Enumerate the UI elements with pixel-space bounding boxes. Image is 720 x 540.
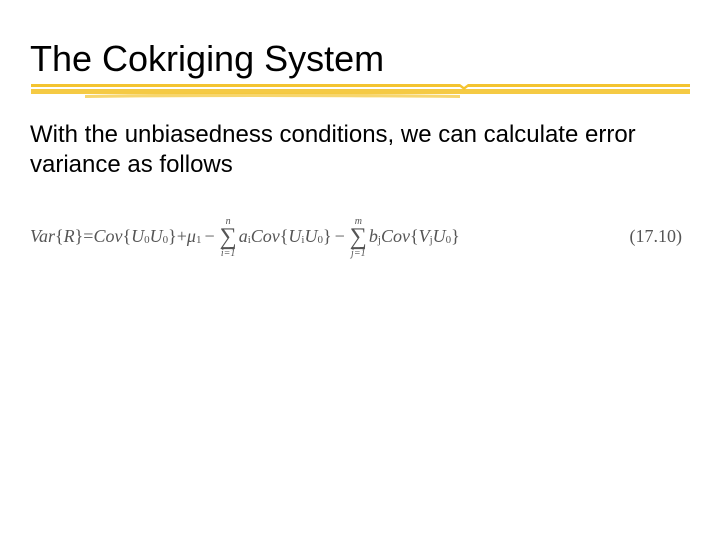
u0-a: U	[131, 226, 144, 247]
brace-open-2: {	[122, 226, 131, 247]
coef-b: b	[369, 226, 378, 247]
brace-open-3: {	[280, 226, 289, 247]
underline-svg	[30, 80, 690, 100]
u0-c-sub: 0	[317, 234, 323, 246]
coef-a-sub: i	[248, 234, 251, 246]
brace-close-1: }	[75, 226, 84, 247]
sum-1: n ∑ i=1	[220, 217, 237, 259]
u0-c: U	[304, 226, 317, 247]
slide-title: The Cokriging System	[30, 38, 690, 80]
u0-b-sub: 0	[163, 234, 169, 246]
u0-b: U	[150, 226, 163, 247]
ui: U	[288, 226, 301, 247]
plus-sign: +	[177, 226, 187, 247]
u0-d: U	[433, 226, 446, 247]
brace-open-1: {	[55, 226, 64, 247]
mu: μ	[187, 226, 196, 247]
equation: Var { R } = Cov { U 0 U 0 } + μ 1 − n ∑ …	[30, 216, 460, 258]
sigma-2-icon: ∑	[350, 227, 367, 249]
minus-2: −	[335, 226, 345, 247]
equation-row: Var { R } = Cov { U 0 U 0 } + μ 1 − n ∑ …	[30, 216, 690, 258]
equation-number: (17.10)	[630, 226, 683, 247]
slide: The Cokriging System With the unbiasedne…	[0, 0, 720, 540]
title-underline	[30, 80, 690, 98]
cov-1: Cov	[93, 226, 122, 247]
sum-2: m ∑ j=1	[350, 217, 367, 259]
cov-2: Cov	[251, 226, 280, 247]
u0-d-sub: 0	[446, 234, 452, 246]
brace-close-4: }	[451, 226, 460, 247]
u0-a-sub: 0	[144, 234, 150, 246]
equals-sign: =	[83, 226, 93, 247]
lhs-arg: R	[64, 226, 75, 247]
brace-open-4: {	[410, 226, 419, 247]
var-label: Var	[30, 226, 55, 247]
mu-sub: 1	[196, 234, 202, 246]
sum-2-bot: j=1	[351, 249, 366, 259]
sum-1-bot: i=1	[221, 249, 236, 259]
vj-sub: j	[430, 234, 433, 246]
cov-3: Cov	[381, 226, 410, 247]
vj: V	[419, 226, 430, 247]
brace-close-2: }	[168, 226, 177, 247]
sigma-1-icon: ∑	[220, 227, 237, 249]
minus-1: −	[204, 226, 214, 247]
ui-sub: i	[301, 234, 304, 246]
body-text: With the unbiasedness conditions, we can…	[30, 120, 670, 180]
coef-a: a	[239, 226, 248, 247]
coef-b-sub: j	[378, 234, 381, 246]
brace-close-3: }	[323, 226, 332, 247]
